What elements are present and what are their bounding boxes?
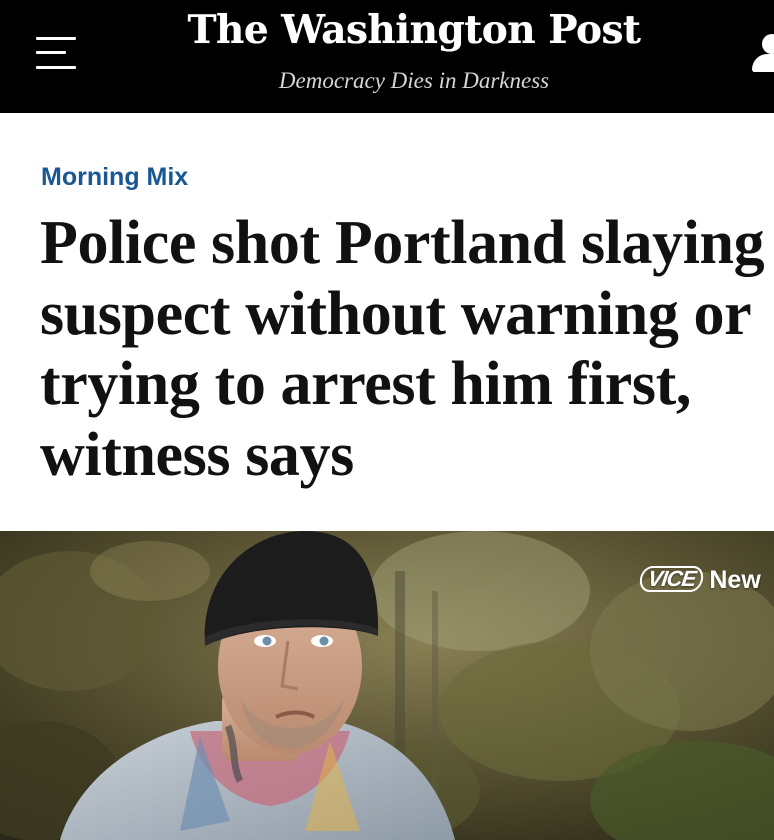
section-kicker-link[interactable]: Morning Mix [41, 161, 188, 193]
tagline: Democracy Dies in Darkness [278, 68, 550, 93]
masthead-logo[interactable]: The Washington Post [0, 4, 774, 56]
user-account-icon-body [752, 54, 774, 72]
user-account-icon [762, 34, 774, 54]
vice-logo: VICE [638, 566, 706, 592]
article-headline: Police shot Portland slaying suspect wit… [40, 209, 765, 489]
watermark-text: New [709, 566, 761, 594]
vice-news-watermark: VICE New [638, 565, 761, 595]
site-header: The Washington Post Democracy Dies in Da… [0, 0, 774, 113]
account-button[interactable] [750, 32, 774, 76]
